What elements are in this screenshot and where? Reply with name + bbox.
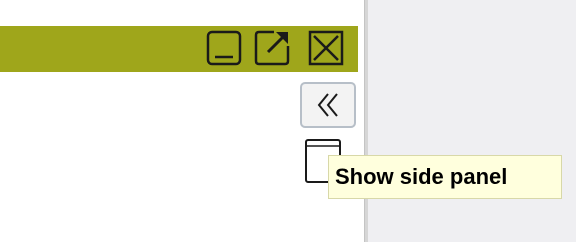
popout-icon bbox=[254, 30, 290, 66]
tooltip: Show side panel bbox=[328, 155, 562, 199]
collapse-panel-button[interactable] bbox=[300, 82, 356, 128]
right-panel bbox=[368, 0, 576, 242]
panel-title-bar bbox=[0, 26, 358, 72]
minimize-button[interactable] bbox=[206, 30, 242, 66]
left-panel bbox=[0, 0, 364, 242]
close-button[interactable] bbox=[308, 30, 344, 66]
double-chevron-left-icon bbox=[317, 93, 338, 117]
minimize-icon bbox=[206, 30, 242, 66]
close-icon bbox=[308, 30, 344, 66]
app-window: Show side panel bbox=[0, 0, 576, 242]
popout-button[interactable] bbox=[254, 30, 290, 66]
